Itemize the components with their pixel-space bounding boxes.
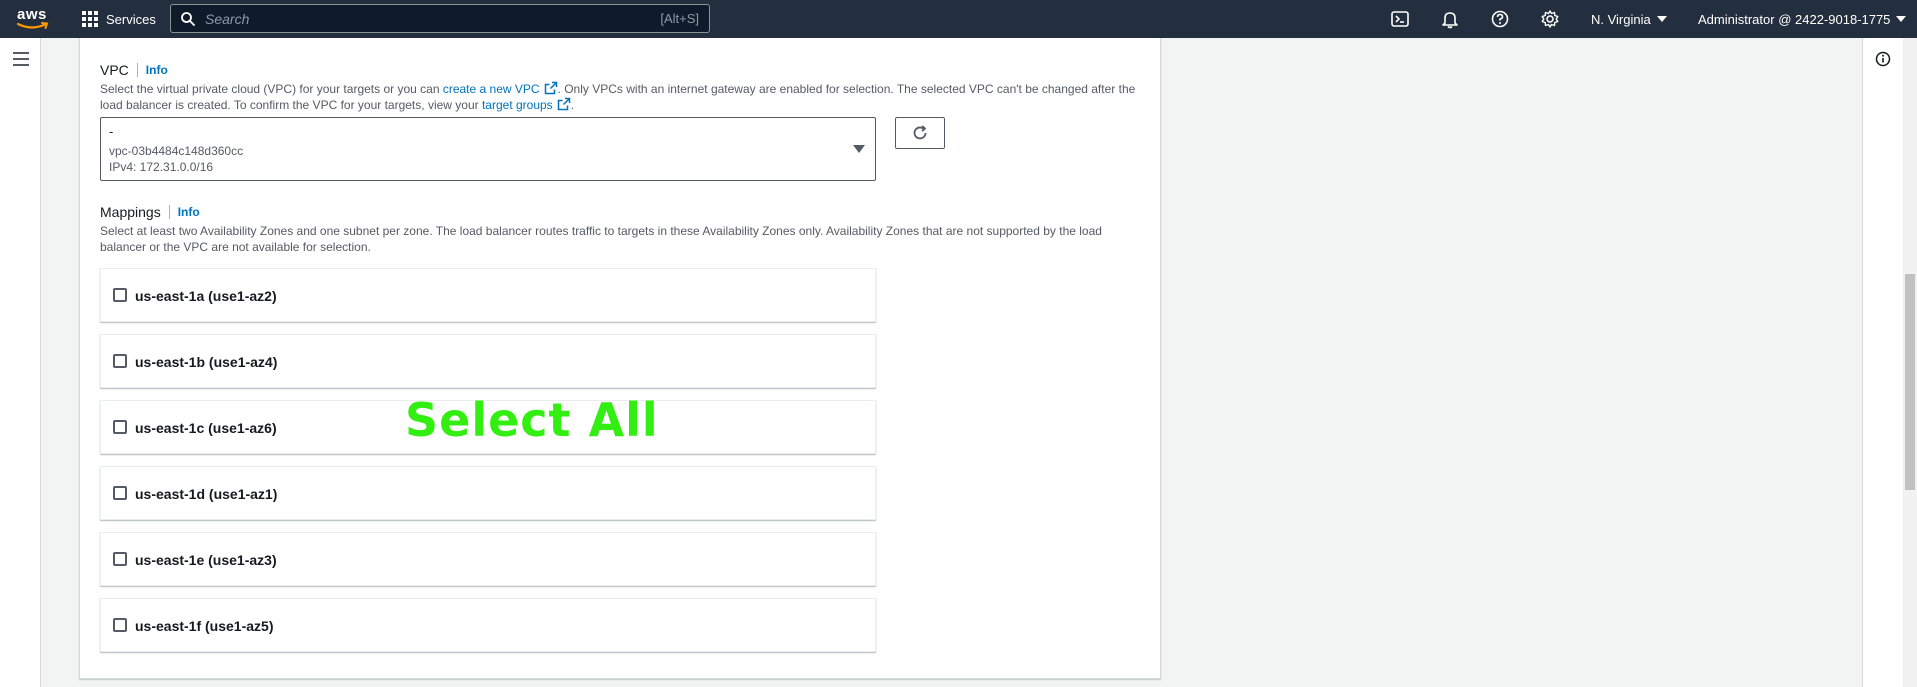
az-checkbox[interactable] <box>113 552 127 566</box>
availability-zone-option[interactable]: us-east-1a (use1-az2) <box>100 268 876 322</box>
mappings-info-link[interactable]: Info <box>178 205 200 219</box>
region-selector[interactable]: N. Virginia <box>1591 0 1667 38</box>
availability-zone-option[interactable]: us-east-1f (use1-az5) <box>100 598 876 652</box>
divider <box>136 63 138 77</box>
az-label: us-east-1d (use1-az1) <box>135 486 278 502</box>
external-link-icon <box>544 81 557 95</box>
vpc-selected-id: vpc-03b4484c148d360cc <box>109 144 244 158</box>
vpc-selected-name: - <box>109 124 114 139</box>
vpc-description: Select the virtual private cloud (VPC) f… <box>100 81 1140 113</box>
mappings-label-row: Mappings Info <box>100 204 200 220</box>
vpc-desc-text-3: . <box>570 98 575 112</box>
page-scrollbar[interactable] <box>1903 38 1917 687</box>
az-checkbox[interactable] <box>113 420 127 434</box>
select-all-annotation: Select All <box>405 393 659 447</box>
left-navigation-rail <box>0 38 41 687</box>
mappings-label: Mappings <box>100 204 161 220</box>
menu-hamburger-icon[interactable] <box>13 52 29 66</box>
az-label: us-east-1b (use1-az4) <box>135 354 278 370</box>
az-label: us-east-1f (use1-az5) <box>135 618 274 634</box>
az-checkbox[interactable] <box>113 618 127 632</box>
help-icon[interactable] <box>1490 9 1510 29</box>
refresh-vpc-button[interactable] <box>895 117 945 149</box>
divider <box>168 205 170 219</box>
availability-zone-option[interactable]: us-east-1b (use1-az4) <box>100 334 876 388</box>
region-label: N. Virginia <box>1591 11 1651 27</box>
account-caret-down-icon <box>1896 16 1907 22</box>
caret-down-icon <box>853 145 865 153</box>
az-label: us-east-1a (use1-az2) <box>135 288 277 304</box>
settings-gear-icon[interactable] <box>1540 9 1560 29</box>
notifications-bell-icon[interactable] <box>1440 9 1460 29</box>
search-icon <box>181 11 195 26</box>
availability-zone-option[interactable]: us-east-1e (use1-az3) <box>100 532 876 586</box>
services-label: Services <box>106 11 156 27</box>
refresh-icon <box>913 125 927 140</box>
availability-zone-option[interactable]: us-east-1d (use1-az1) <box>100 466 876 520</box>
vpc-info-link[interactable]: Info <box>146 63 168 77</box>
region-caret-down-icon <box>1656 16 1667 22</box>
mappings-description: Select at least two Availability Zones a… <box>100 224 1102 254</box>
create-new-vpc-link[interactable]: create a new VPC <box>443 82 540 96</box>
az-checkbox[interactable] <box>113 288 127 302</box>
az-checkbox[interactable] <box>113 486 127 500</box>
search-shortcut: [Alt+S] <box>660 11 699 26</box>
az-label: us-east-1c (use1-az6) <box>135 420 277 436</box>
search-input[interactable]: Search [Alt+S] <box>170 4 710 33</box>
target-groups-link[interactable]: target groups <box>482 98 553 112</box>
vpc-label-row: VPC Info <box>100 62 168 78</box>
info-panel-icon[interactable] <box>1875 51 1891 67</box>
search-placeholder: Search <box>205 10 250 27</box>
account-label: Administrator @ 2422-9018-1775 <box>1698 11 1891 27</box>
aws-logo[interactable]: aws <box>16 4 50 34</box>
external-link-icon <box>557 97 570 111</box>
vpc-select-dropdown[interactable]: - vpc-03b4484c148d360cc IPv4: 172.31.0.0… <box>100 117 876 181</box>
aws-smile-icon <box>16 22 49 29</box>
services-grid-icon <box>82 11 98 27</box>
services-menu-button[interactable]: Services <box>82 0 156 38</box>
account-menu[interactable]: Administrator @ 2422-9018-1775 <box>1698 0 1907 38</box>
vpc-desc-text-1: Select the virtual private cloud (VPC) f… <box>100 82 443 96</box>
az-checkbox[interactable] <box>113 354 127 368</box>
right-tools-rail <box>1862 38 1903 687</box>
cloudshell-icon[interactable] <box>1390 9 1410 29</box>
vpc-label: VPC <box>100 62 129 78</box>
vpc-selected-cidr: IPv4: 172.31.0.0/16 <box>109 160 214 174</box>
top-navigation: aws Services Search [Alt+S] N. Virginia … <box>0 0 1917 38</box>
az-label: us-east-1e (use1-az3) <box>135 552 277 568</box>
scrollbar-thumb[interactable] <box>1905 274 1915 490</box>
